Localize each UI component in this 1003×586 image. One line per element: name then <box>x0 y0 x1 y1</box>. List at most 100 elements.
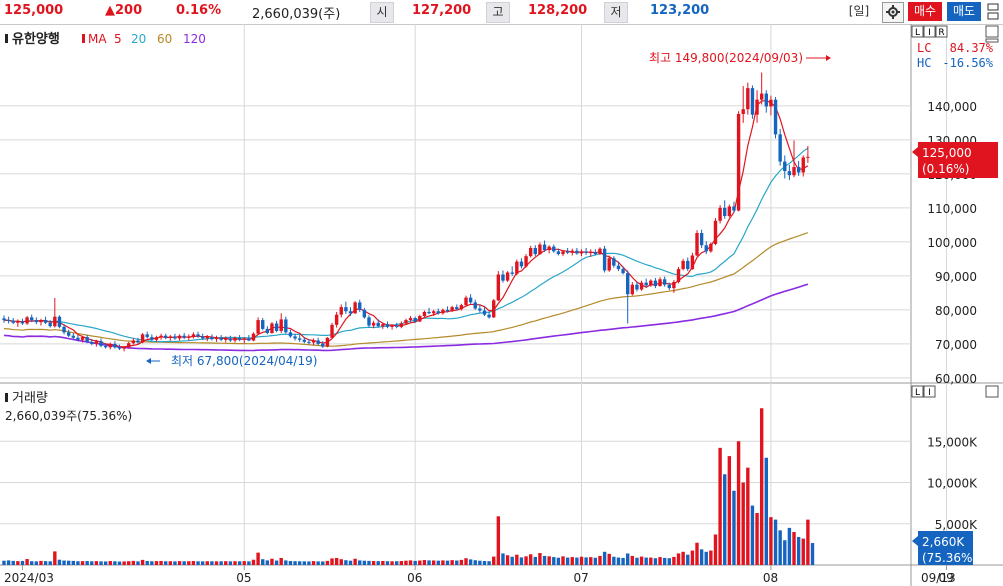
ma60-line <box>3 232 809 347</box>
volume-bar <box>237 561 242 565</box>
volume-bar <box>168 561 173 565</box>
candle-body <box>408 318 413 321</box>
candle-body <box>635 284 639 290</box>
volume-bar <box>358 560 362 565</box>
volume-bar <box>593 557 598 565</box>
volume-bar <box>801 538 805 565</box>
candle-body <box>265 328 270 334</box>
volume-bar <box>810 543 815 565</box>
volume-legend-marker <box>5 393 8 402</box>
button-r[interactable]: R <box>938 28 944 38</box>
current-price-tag-value: 125,000 <box>922 146 972 160</box>
button-l[interactable]: L <box>915 28 920 38</box>
candle-body <box>704 245 708 252</box>
volume-bar <box>339 559 343 565</box>
candle-body <box>612 258 616 266</box>
volume-panel-buttons[interactable]: L I <box>911 385 999 398</box>
candle-body <box>131 340 136 344</box>
volume-bar <box>736 441 741 565</box>
candle-body <box>404 320 408 324</box>
candle-body <box>311 340 316 343</box>
candle-body <box>325 337 330 347</box>
stock-name: 유한양행 <box>12 31 60 47</box>
price-panel-buttons[interactable]: L I R <box>911 25 948 38</box>
candle-body <box>117 347 122 349</box>
grid <box>0 24 947 565</box>
window-buttons[interactable] <box>985 25 999 43</box>
volume-bar <box>413 560 417 565</box>
candle-body <box>150 337 154 340</box>
candle-body <box>492 300 496 318</box>
candle-body <box>385 324 390 327</box>
candle-body <box>367 317 371 326</box>
current-price-tag-pct: (0.16%) <box>922 162 969 176</box>
volume-bar <box>796 536 801 565</box>
candle-body <box>140 334 145 343</box>
candle-body <box>699 233 704 246</box>
candle-body <box>695 233 699 256</box>
volume-bar <box>288 561 293 565</box>
volume-bar <box>672 556 676 565</box>
button-l[interactable]: L <box>915 388 920 398</box>
volume-bar <box>127 561 131 565</box>
volume-bar <box>505 555 510 565</box>
volume-bar <box>334 557 339 565</box>
restore-icon[interactable] <box>986 2 1000 21</box>
legend-marker <box>5 34 8 43</box>
period-selector[interactable]: [일] <box>844 2 874 21</box>
volume-bar <box>205 561 209 565</box>
candle-body <box>436 311 440 314</box>
ma60-label: 60 <box>157 32 172 46</box>
volume-bar <box>214 561 219 565</box>
volume-bar <box>353 558 357 565</box>
current-volume-tag-pct: (75.36%) <box>922 551 977 565</box>
volume-bar <box>418 560 422 565</box>
volume-bar <box>584 557 588 565</box>
volume-bar <box>381 560 385 565</box>
volume-bar <box>639 556 644 565</box>
volume-bar <box>390 561 394 565</box>
candle-body <box>247 338 251 341</box>
volume-bar <box>732 490 736 565</box>
volume-bar <box>538 553 542 565</box>
candle-body <box>418 316 422 322</box>
volume-bar <box>464 558 468 565</box>
volume-bar <box>741 482 745 565</box>
volume-bar <box>427 560 431 565</box>
volume-bar <box>459 559 464 565</box>
volume-bar <box>71 560 75 565</box>
volume-bar <box>699 549 704 565</box>
candle-body <box>173 336 177 339</box>
lc-label: LC <box>917 41 931 55</box>
volume-bar <box>621 557 625 565</box>
volume-bar <box>177 561 182 565</box>
low-price: 123,200 <box>650 3 710 18</box>
current-date-label: 09/13 <box>921 571 956 585</box>
volume-bar <box>80 561 85 565</box>
candle-body <box>80 337 85 340</box>
candle-body <box>284 319 288 333</box>
volume-bar <box>478 560 482 565</box>
candle-body <box>598 248 602 255</box>
volume-bar <box>48 561 52 565</box>
volume-bar <box>704 551 708 565</box>
hc-label: HC <box>917 56 931 70</box>
button-i[interactable]: I <box>928 28 931 38</box>
candle-body <box>348 311 353 314</box>
candle-body <box>547 246 551 251</box>
sell-button[interactable]: 매도 <box>947 2 981 21</box>
button-i[interactable]: I <box>928 388 931 398</box>
candle-body <box>11 320 15 323</box>
volume-bar <box>11 560 15 565</box>
volume-bar <box>653 558 658 565</box>
candle-body <box>182 335 186 338</box>
candle-body <box>607 258 611 271</box>
candle-body <box>353 302 357 314</box>
volume-bar <box>806 519 810 565</box>
buy-button[interactable]: 매수 <box>908 2 942 21</box>
volume-bar <box>261 559 265 565</box>
candle-body <box>478 308 482 311</box>
candle-body <box>450 307 454 312</box>
gear-icon[interactable] <box>882 2 904 23</box>
candle-body <box>71 335 75 338</box>
